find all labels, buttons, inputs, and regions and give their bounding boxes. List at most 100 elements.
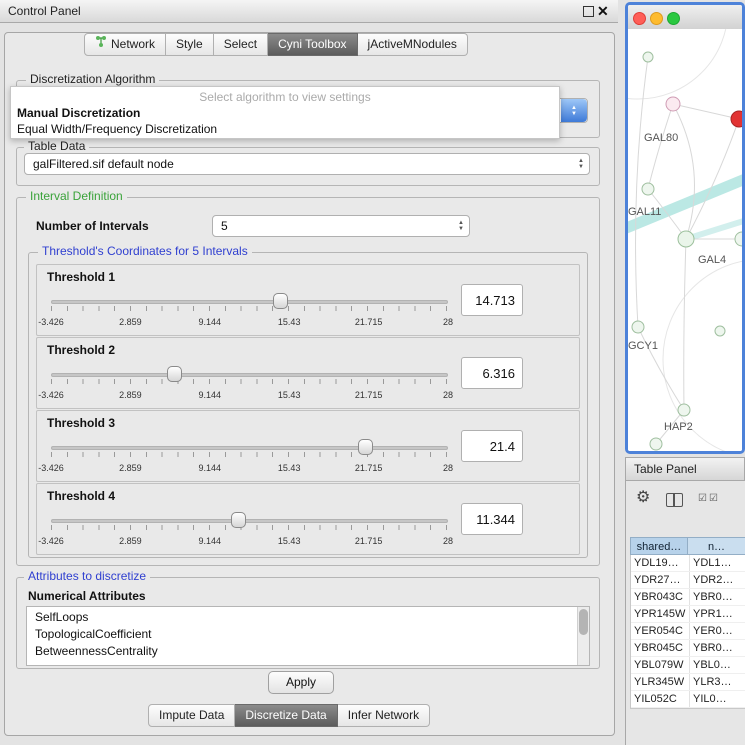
threshold-value-field[interactable]: 6.316 [461, 357, 523, 389]
threshold-panel-1: Threshold 1 -3.426 2.859 9.144 15.43 21.… [36, 264, 580, 336]
column-layout-icon[interactable] [666, 493, 683, 507]
mac-minimize-icon[interactable] [650, 12, 663, 25]
cell[interactable]: YBR043C [631, 589, 689, 605]
cell[interactable]: YIL0… [689, 691, 745, 707]
tab-style[interactable]: Style [166, 33, 214, 56]
cell[interactable]: YER054C [631, 623, 689, 639]
close-icon[interactable]: ✕ [597, 1, 609, 21]
network-view-window[interactable]: GAL80 GAL11 GAL4 GCY1 HAP2 [625, 2, 745, 454]
combo-arrows-icon[interactable]: ▲ ▼ [561, 99, 587, 122]
scale-tick-label: 15.43 [278, 463, 301, 473]
slider-track[interactable] [51, 300, 448, 304]
list-item[interactable]: BetweennessCentrality [27, 643, 589, 660]
popup-item-equal-width[interactable]: Equal Width/Frequency Discretization [11, 121, 559, 137]
table-data-selected-value: galFiltered.sif default node [25, 154, 589, 174]
tab-discretize-data[interactable]: Discretize Data [235, 704, 337, 727]
table-row[interactable]: YBR043CYBR0… [631, 589, 745, 606]
cell[interactable]: YDL19… [631, 555, 689, 571]
slider-track[interactable] [51, 373, 448, 377]
tab-jactivemnodules[interactable]: jActiveMNodules [358, 33, 468, 56]
node-gal80[interactable] [666, 97, 680, 111]
node-label: HAP2 [664, 421, 693, 433]
float-window-icon[interactable] [583, 6, 594, 17]
cell[interactable]: YPR145W [631, 606, 689, 622]
tab-infer-network[interactable]: Infer Network [338, 704, 430, 727]
cell[interactable]: YBL0… [689, 657, 745, 673]
threshold-slider[interactable] [51, 364, 448, 386]
table-row[interactable]: YIL052CYIL0… [631, 691, 745, 708]
tab-select[interactable]: Select [214, 33, 268, 56]
algorithm-dropdown-popup: Select algorithm to view settings Manual… [10, 86, 560, 139]
table-row[interactable]: YBR045CYBR0… [631, 640, 745, 657]
slider-track[interactable] [51, 519, 448, 523]
numerical-attributes-list[interactable]: SelfLoops TopologicalCoefficient Between… [26, 606, 590, 666]
scale-tick-label: -3.426 [38, 536, 64, 546]
threshold-slider[interactable] [51, 437, 448, 459]
scale-tick-label: 21.715 [355, 317, 383, 327]
scale-tick-label: 9.144 [199, 390, 222, 400]
control-panel-titlebar[interactable]: Control Panel ✕ [0, 0, 618, 23]
spinner-arrows-icon[interactable]: ▲ ▼ [458, 216, 464, 236]
scale-tick-label: 15.43 [278, 536, 301, 546]
table-data-combobox[interactable]: galFiltered.sif default node ▲ ▼ [24, 153, 590, 175]
cell[interactable]: YIL052C [631, 691, 689, 707]
table-row[interactable]: YPR145WYPR1… [631, 606, 745, 623]
checkbox-filter-icons[interactable]: ☑☑ [698, 493, 720, 504]
cell[interactable]: YDR27… [631, 572, 689, 588]
popup-item-manual-discretization[interactable]: Manual Discretization [11, 105, 559, 121]
node-label: GAL11 [628, 206, 661, 218]
number-of-intervals-spinner[interactable]: 5 ▲ ▼ [212, 215, 470, 237]
scrollbar-thumb[interactable] [579, 609, 588, 635]
table-row[interactable]: YLR345WYLR3… [631, 674, 745, 691]
column-header[interactable]: n… [688, 537, 745, 555]
threshold-value-field[interactable]: 21.4 [461, 430, 523, 462]
slider-track[interactable] [51, 446, 448, 450]
combo-arrows-icon[interactable]: ▲ ▼ [578, 154, 584, 174]
cell[interactable]: YLR3… [689, 674, 745, 690]
scale-tick-label: -3.426 [38, 390, 64, 400]
scrollbar[interactable] [577, 607, 589, 665]
cell[interactable]: YBR045C [631, 640, 689, 656]
table-row[interactable]: YBL079WYBL0… [631, 657, 745, 674]
network-window-titlebar[interactable] [628, 5, 742, 30]
tab-cyni-toolbox[interactable]: Cyni Toolbox [268, 33, 357, 56]
cell[interactable]: YDR2… [689, 572, 745, 588]
cell[interactable]: YLR345W [631, 674, 689, 690]
threshold-title: Threshold 2 [47, 343, 115, 357]
tab-impute-data[interactable]: Impute Data [148, 704, 235, 727]
cell[interactable]: YER0… [689, 623, 745, 639]
list-item[interactable]: TopologicalCoefficient [27, 626, 589, 643]
slider-ticks [51, 452, 448, 457]
cell[interactable]: YPR1… [689, 606, 745, 622]
slider-thumb[interactable] [167, 366, 182, 382]
column-header[interactable]: shared… [630, 537, 688, 555]
threshold-slider[interactable] [51, 510, 448, 532]
tab-network[interactable]: Network [84, 33, 166, 56]
cell[interactable]: YDL1… [689, 555, 745, 571]
cell[interactable]: YBL079W [631, 657, 689, 673]
node-selected-red[interactable] [731, 111, 742, 127]
attributes-group-label: Attributes to discretize [24, 570, 150, 583]
slider-thumb[interactable] [358, 439, 373, 455]
gear-icon[interactable]: ⚙ [636, 490, 650, 506]
threshold-value-field[interactable]: 14.713 [461, 284, 523, 316]
popup-placeholder-item[interactable]: Select algorithm to view settings [11, 89, 559, 105]
network-canvas[interactable]: GAL80 GAL11 GAL4 GCY1 HAP2 [628, 29, 742, 451]
threshold-value-field[interactable]: 11.344 [461, 503, 523, 535]
table-row[interactable]: YDL19…YDL1… [631, 555, 745, 572]
list-item[interactable]: SelfLoops [27, 607, 589, 626]
apply-button[interactable]: Apply [268, 671, 334, 694]
cell[interactable]: YBR0… [689, 589, 745, 605]
mac-zoom-icon[interactable] [667, 12, 680, 25]
mac-close-icon[interactable] [633, 12, 646, 25]
scale-tick-label: 15.43 [278, 317, 301, 327]
table-panel-titlebar[interactable]: Table Panel [625, 457, 745, 481]
slider-scale: -3.426 2.859 9.144 15.43 21.715 28 [51, 390, 448, 401]
slider-thumb[interactable] [273, 293, 288, 309]
slider-thumb[interactable] [231, 512, 246, 528]
table-row[interactable]: YDR27…YDR2… [631, 572, 745, 589]
cell[interactable]: YBR0… [689, 640, 745, 656]
threshold-slider[interactable] [51, 291, 448, 313]
control-panel-title: Control Panel [8, 0, 81, 22]
table-row[interactable]: YER054CYER0… [631, 623, 745, 640]
